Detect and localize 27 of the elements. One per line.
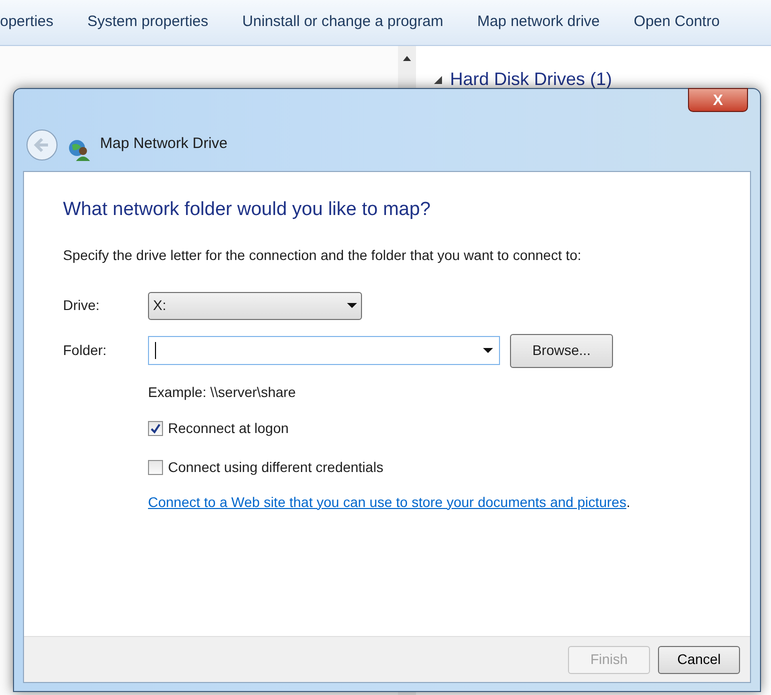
checkbox[interactable] [148,420,163,436]
drive-label: Drive: [63,296,101,315]
dialog-title: Map Network Drive [100,134,228,154]
checkbox-label[interactable]: Connect using different credentials [168,456,384,478]
checkbox-label[interactable]: Reconnect at logon [168,418,289,438]
web-site-link[interactable]: Connect to a Web site that you can use to store your documents and pictures [148,492,626,512]
browse-button[interactable]: Browse... [510,334,613,368]
collapse-triangle-icon[interactable] [434,76,442,84]
toolbar-item[interactable]: operties [0,11,54,34]
dropdown-arrow-icon [347,303,357,308]
link-period: . [626,492,630,512]
toolbar-item[interactable]: Uninstall or change a program [242,11,444,34]
scroll-up-icon[interactable] [403,56,411,61]
toolbar-item[interactable]: Open Contro [634,11,720,34]
toolbar-item[interactable]: Map network drive [477,11,600,34]
example-text: Example: \\server\share [148,382,297,402]
checkbox[interactable] [148,460,163,474]
dropdown-arrow-icon[interactable] [483,348,493,353]
dialog-button[interactable]: Cancel [658,646,740,674]
dialog-heading: What network folder would you like to map? [63,198,432,222]
drive-dropdown[interactable]: X: [148,292,362,320]
folder-label: Folder: [63,341,108,360]
toolbar-item[interactable]: System properties [87,11,208,34]
globe-user-icon [68,139,90,161]
description-text: Specify the drive letter for the connection and the folder that you want to connect to: [63,246,582,265]
folder-combo-field[interactable] [148,336,500,365]
checkmark-icon [150,422,161,434]
